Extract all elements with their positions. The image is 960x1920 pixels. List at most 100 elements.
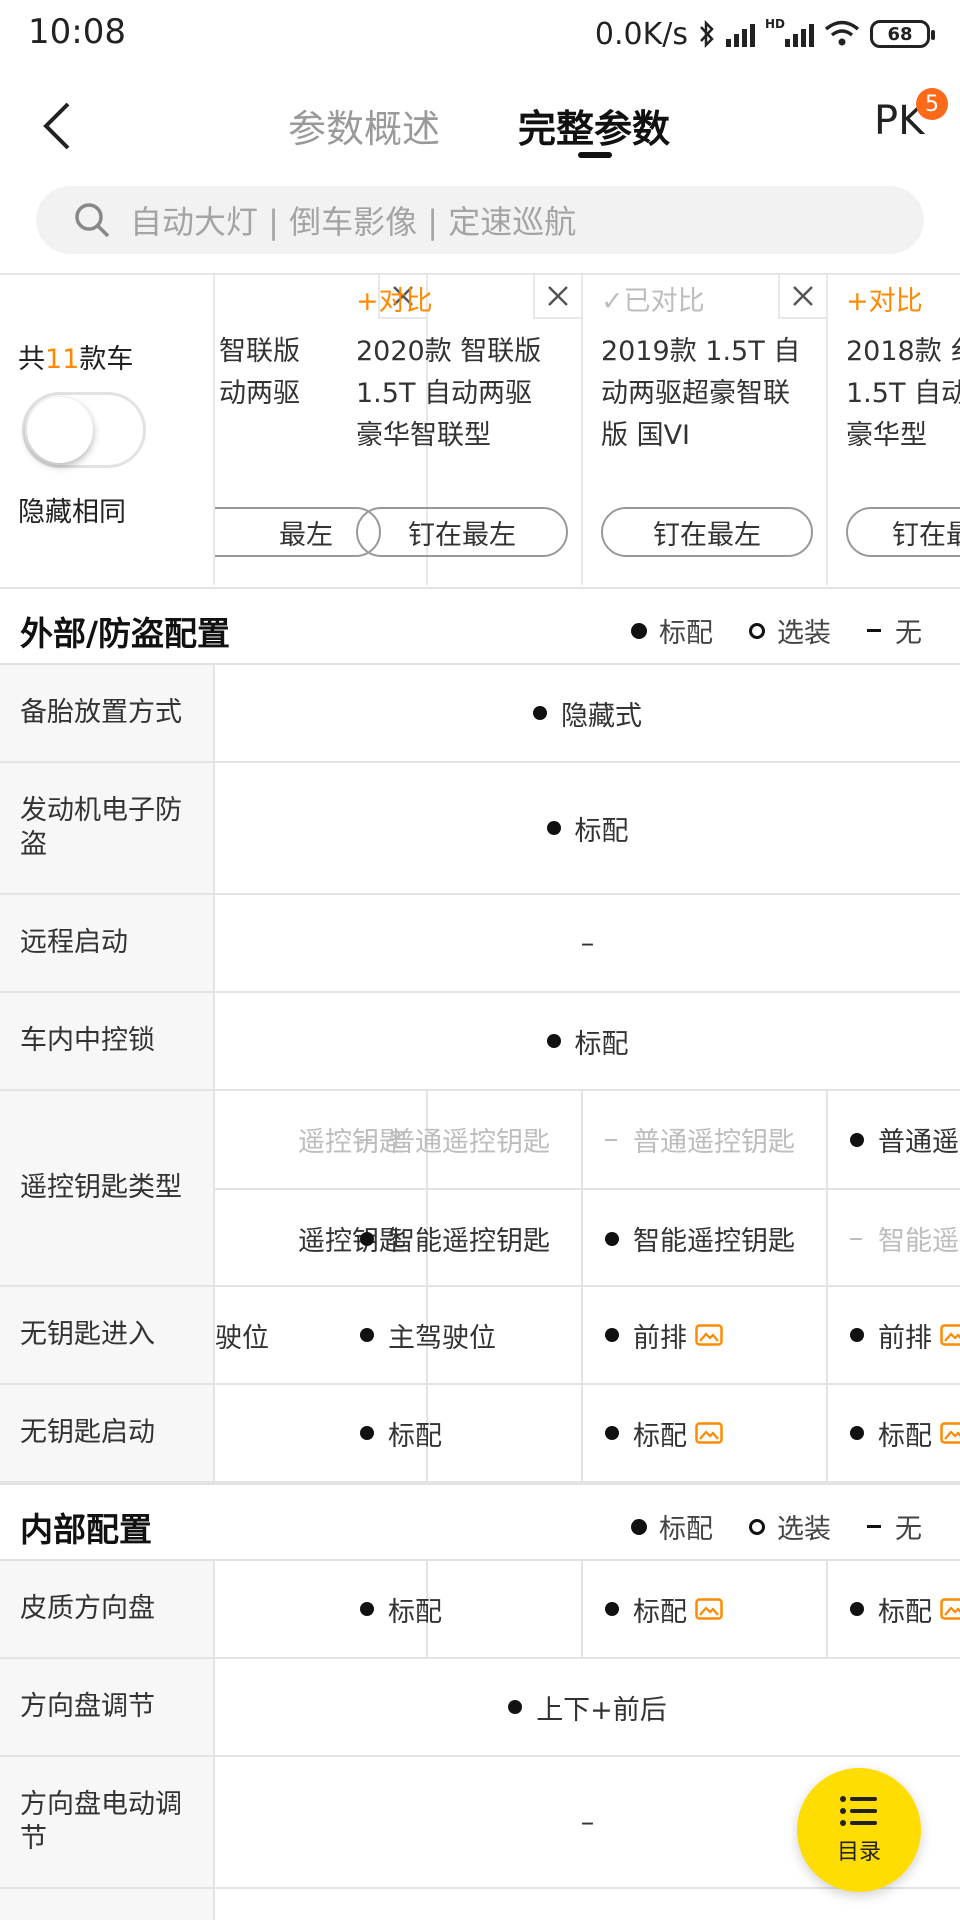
section-title: 内部配置 [20,1510,152,1549]
param-value: 智能遥控钥匙 [583,1190,828,1287]
param-row: 车内中控锁 标配 [0,993,960,1091]
param-values: 驶位 主驾驶位 前排 前排 [215,1287,960,1383]
param-value: 标配 [828,1385,960,1481]
param-label: 无钥匙进入 [0,1287,215,1383]
legend-optional: 选装 [749,611,831,650]
param-label: 车内中控锁 [0,993,215,1089]
param-row: 远程启动 – [0,895,960,993]
catalog-button[interactable]: 目录 [797,1768,921,1892]
tab-full-params[interactable]: 完整参数 [518,98,670,153]
image-icon[interactable] [695,1422,723,1444]
pin-left-button[interactable]: 钉在最左 [356,507,568,557]
param-value: 前排 [583,1287,828,1383]
chevron-left-icon [43,102,70,150]
param-label: 发动机电子防盗 [0,763,215,893]
image-icon[interactable] [695,1324,723,1346]
car-column: +对比 2020款 智联版 1.5T 自动两驱 豪华智联型 钉在最左 [338,275,583,585]
image-icon[interactable] [695,1598,723,1620]
param-value: 主驾驶位 [338,1287,583,1383]
legend-none: 无 [867,611,922,650]
pin-left-button[interactable]: 钉在最 [846,507,960,557]
param-value: 普通遥控钥匙 [338,1091,583,1188]
add-compare-button[interactable]: +对比 [846,279,923,318]
wifi-icon [824,20,860,46]
back-button[interactable] [30,96,90,156]
param-values: 标配 标配 标配 [215,1385,960,1481]
remove-car-button[interactable] [533,275,581,319]
image-icon[interactable] [940,1422,960,1444]
car-name: 2019款 1.5T 自动两驱超豪智联版 国VI [601,336,801,451]
param-value: 标配 [215,993,960,1089]
image-icon[interactable] [940,1324,960,1346]
network-speed: 0.0K/s [594,16,688,52]
param-value: 普通遥控钥匙 [583,1091,828,1188]
close-icon [793,286,813,306]
search-input[interactable]: 自动大灯 | 倒车影像 | 定速巡航 [130,197,576,243]
hide-same-toggle[interactable] [22,392,146,468]
dash-icon [867,629,881,632]
param-values: 标配 标配 标配 [215,1561,960,1657]
remove-car-button[interactable] [778,275,826,319]
hd-label: HD [764,17,785,31]
param-values: 遥控钥匙 智能遥控钥匙 智能遥控钥匙 智能遥 [215,1190,960,1287]
param-row: 遥控钥匙类型 遥控钥匙 普通遥控钥匙 普通遥控钥匙 普通遥 遥控钥匙 智能遥控钥… [0,1091,960,1287]
status-bar: 10:08 0.0K/s HD 68 [0,0,960,70]
close-icon [548,286,568,306]
hollow-dot-icon [749,1518,765,1535]
param-value: 前排 [828,1287,960,1383]
car-column: +对比 2018款 纟1.5T 自动豪华型 钉在最 [828,275,960,585]
image-icon[interactable] [940,1598,960,1620]
param-label [0,1889,215,1920]
header-left-panel: 共11款车 隐藏相同 [0,275,215,585]
hollow-dot-icon [749,622,765,639]
status-icons: 0.0K/s HD 68 [594,12,935,56]
nav-bar: 参数概述 完整参数 PK 5 [0,70,960,180]
hide-same-label: 隐藏相同 [18,497,126,528]
add-compare-button[interactable]: +对比 [356,279,433,318]
param-value: 智能遥控钥匙 [338,1190,583,1287]
param-value: 标配 [338,1561,583,1657]
signal-hd-icon [785,21,814,47]
legend-none: 无 [867,1507,922,1546]
tab-overview[interactable]: 参数概述 [288,98,440,153]
signal-icon [725,21,755,47]
param-label: 备胎放置方式 [0,665,215,761]
param-value: 普通遥 [828,1091,960,1188]
bluetooth-icon [700,19,714,49]
param-row: 无钥匙进入 驶位 主驾驶位 前排 前排 [0,1287,960,1385]
catalog-label: 目录 [836,1840,881,1865]
search-bar[interactable]: 自动大灯 | 倒车影像 | 定速巡航 [36,186,924,254]
param-value: 标配 [338,1385,583,1481]
status-time: 10:08 [28,12,126,52]
search-icon [75,203,110,238]
param-row: 皮质方向盘 标配 标配 标配 [0,1561,960,1659]
param-value: 上下+前后 [215,1659,960,1755]
param-row [0,1889,960,1920]
compared-label[interactable]: ✓已对比 [601,279,705,318]
param-value: 标配 [215,763,960,893]
car-count: 共11款车 [18,344,134,375]
legend: 标配 选装 无 [595,1507,922,1546]
param-value: 标配 [583,1561,828,1657]
legend-standard: 标配 [631,1507,713,1546]
param-value: 标配 [828,1561,960,1657]
filled-dot-icon [631,1518,647,1535]
param-label: 遥控钥匙类型 [0,1091,215,1285]
param-label: 皮质方向盘 [0,1561,215,1657]
pin-left-button[interactable]: 钉在最左 [601,507,813,557]
param-value: 隐藏式 [215,665,960,761]
param-value: 智能遥 [828,1190,960,1287]
param-values: 遥控钥匙 普通遥控钥匙 普通遥控钥匙 普通遥 [215,1091,960,1188]
car-columns: 智联版 动两驱 最左 +对比 2020款 智联版 1.5T 自动两驱 豪华智联型 钉在… [215,275,960,585]
battery-icon: 68 [870,20,935,48]
section-header-exterior: 外部/防盗配置 标配 选装 无 [0,587,960,665]
param-row: 方向盘调节 上下+前后 [0,1659,960,1757]
param-label: 远程启动 [0,895,215,991]
param-value: – [580,927,595,959]
param-label: 方向盘调节 [0,1659,215,1755]
section-title: 外部/防盗配置 [20,614,231,653]
car-name: 2018款 纟1.5T 自动豪华型 [846,336,960,451]
param-row: 备胎放置方式 隐藏式 [0,665,960,763]
tab-indicator [578,152,612,158]
section-header-interior: 内部配置 标配 选装 无 [0,1483,960,1561]
